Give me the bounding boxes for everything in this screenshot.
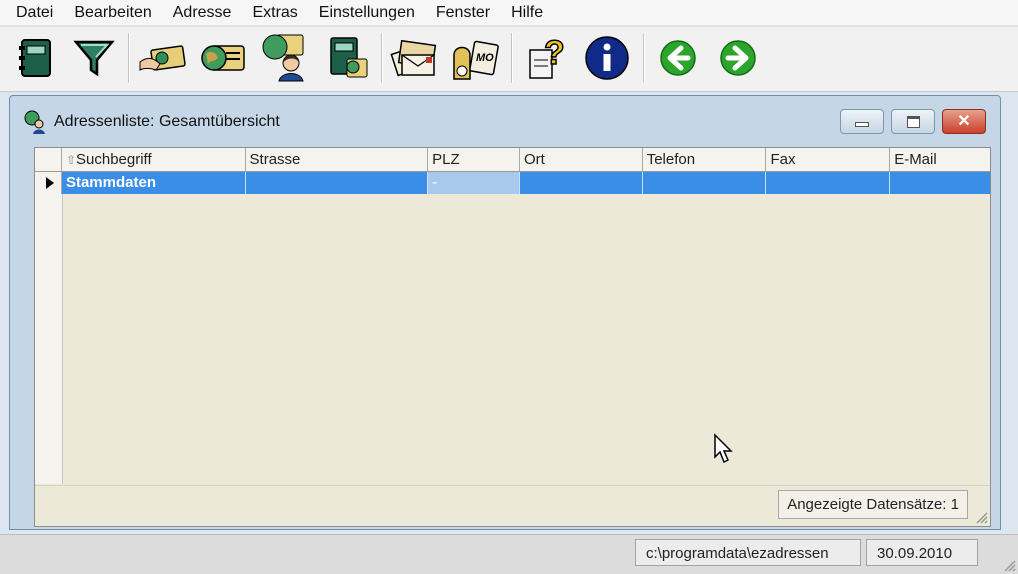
column-header-strasse[interactable]: Strasse	[246, 148, 429, 171]
back-button[interactable]	[653, 33, 703, 83]
notebook-globe-icon	[330, 37, 368, 78]
cell-suchbegriff[interactable]: Stammdaten	[61, 172, 246, 194]
mouse-cursor-icon	[714, 433, 733, 464]
forward-icon	[720, 40, 756, 76]
cell-ort[interactable]	[519, 172, 643, 194]
back-icon	[660, 40, 696, 76]
help-button[interactable]: ?	[521, 33, 571, 83]
address-book-button[interactable]	[11, 33, 61, 83]
notebook-globe-button[interactable]	[321, 33, 371, 83]
minimize-icon	[855, 122, 869, 127]
menu-adresse[interactable]: Adresse	[173, 4, 232, 22]
window-title: Adressenliste: Gesamtübersicht	[54, 113, 280, 130]
mo-bag-icon: MO	[453, 40, 499, 80]
record-count-bar: Angezeigte Datensätze: 1	[35, 485, 990, 526]
grid-corner	[35, 148, 62, 171]
menu-bar: Datei Bearbeiten Adresse Extras Einstell…	[0, 0, 1018, 26]
cell-plz[interactable]: -	[428, 172, 520, 194]
status-date: 30.09.2010	[866, 539, 978, 566]
address-card-hand-icon	[139, 45, 186, 71]
globe-contact-button[interactable]	[259, 33, 309, 83]
current-row-icon	[45, 177, 54, 189]
mdi-area: Adressenliste: Gesamtübersicht ✕ ⇧Suchbe…	[0, 92, 1018, 532]
resize-grip-icon[interactable]	[972, 508, 988, 524]
info-icon	[585, 36, 629, 80]
close-icon: ✕	[957, 112, 971, 130]
maximize-button[interactable]	[891, 109, 935, 134]
table-row[interactable]: Stammdaten -	[35, 172, 990, 194]
menu-fenster[interactable]: Fenster	[436, 4, 490, 22]
letters-button[interactable]	[390, 33, 440, 83]
maximize-icon	[906, 115, 920, 128]
column-header-suchbegriff[interactable]: ⇧Suchbegriff	[62, 148, 246, 171]
globe-card-button[interactable]	[198, 33, 248, 83]
column-header-telefon[interactable]: Telefon	[643, 148, 767, 171]
filter-icon	[73, 40, 115, 77]
column-header-ort[interactable]: Ort	[520, 148, 643, 171]
window-title-bar[interactable]: Adressenliste: Gesamtübersicht ✕	[10, 96, 1000, 142]
globe-contact-icon	[262, 34, 304, 82]
svg-text:MO: MO	[476, 52, 494, 64]
mo-bag-button[interactable]: MO	[450, 33, 500, 83]
menu-extras[interactable]: Extras	[252, 4, 297, 22]
status-path: c:\programdata\ezadressen	[635, 539, 861, 566]
cell-fax[interactable]	[766, 172, 891, 194]
menu-bearbeiten[interactable]: Bearbeiten	[74, 4, 151, 22]
menu-einstellungen[interactable]: Einstellungen	[319, 4, 415, 22]
column-header-plz[interactable]: PLZ	[428, 148, 520, 171]
resize-grip-icon[interactable]	[1000, 556, 1016, 572]
globe-contact-icon	[24, 110, 45, 134]
letters-icon	[390, 39, 437, 77]
globe-card-icon	[201, 45, 245, 71]
svg-text:?: ?	[544, 34, 565, 72]
close-button[interactable]: ✕	[942, 109, 986, 134]
cell-email[interactable]	[890, 172, 990, 194]
minimize-button[interactable]	[840, 109, 884, 134]
record-count: Angezeigte Datensätze: 1	[778, 490, 968, 519]
menu-datei[interactable]: Datei	[16, 4, 53, 22]
row-header-column	[35, 194, 63, 484]
filter-button[interactable]	[69, 33, 119, 83]
address-list-window: Adressenliste: Gesamtübersicht ✕ ⇧Suchbe…	[9, 95, 1001, 530]
row-indicator	[35, 172, 62, 194]
column-header-fax[interactable]: Fax	[766, 148, 891, 171]
info-button[interactable]	[582, 33, 632, 83]
address-book-icon	[19, 39, 51, 77]
column-header-email[interactable]: E-Mail	[890, 148, 990, 171]
status-bar: c:\programdata\ezadressen 30.09.2010	[0, 534, 1018, 574]
grid-header: ⇧Suchbegriff Strasse PLZ Ort Telefon Fax…	[35, 148, 990, 172]
toolbar: MO ?	[0, 27, 1018, 92]
address-card-hand-button[interactable]	[138, 33, 188, 83]
cell-telefon[interactable]	[642, 172, 767, 194]
forward-button[interactable]	[713, 33, 763, 83]
help-icon: ?	[529, 34, 566, 79]
sort-asc-icon: ⇧	[65, 153, 76, 167]
cell-strasse[interactable]	[245, 172, 429, 194]
menu-hilfe[interactable]: Hilfe	[511, 4, 543, 22]
grid-client-area: ⇧Suchbegriff Strasse PLZ Ort Telefon Fax…	[34, 147, 991, 527]
